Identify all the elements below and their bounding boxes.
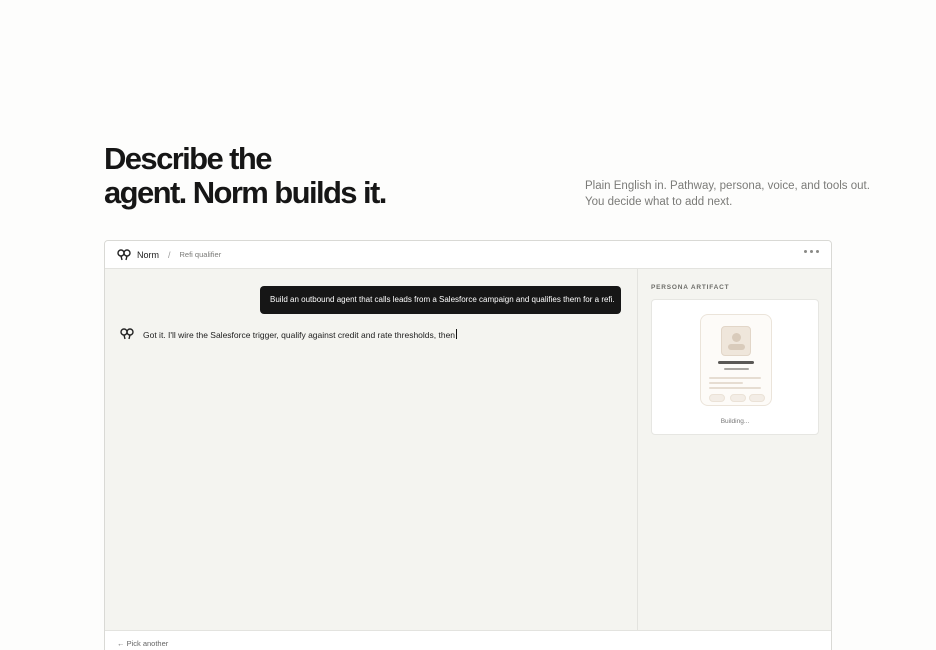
app-name: Norm: [137, 249, 159, 260]
chat-area: Build an outbound agent that calls leads…: [105, 269, 637, 630]
breadcrumb[interactable]: Refi qualifier: [180, 250, 222, 259]
agent-message: Got it. I'll wire the Salesforce trigger…: [143, 328, 458, 340]
name-placeholder: [718, 361, 754, 364]
build-status: Building...: [720, 418, 750, 425]
more-horizontal-icon[interactable]: [804, 250, 819, 253]
window-header: Norm / Refi qualifier: [105, 241, 831, 269]
detail-placeholder: [709, 377, 761, 379]
user-message: Build an outbound agent that calls leads…: [260, 286, 621, 314]
persona-preview: [700, 314, 772, 406]
tag-placeholder: [709, 394, 725, 402]
breadcrumb-separator: /: [168, 249, 171, 260]
persona-card: Building...: [651, 299, 819, 435]
tag-placeholder: [749, 394, 765, 402]
persona-panel: PERSONA ARTIFACT Building...: [637, 269, 831, 630]
app-window: Norm / Refi qualifier Build an outbound …: [104, 240, 832, 650]
detail-placeholder: [709, 387, 761, 389]
headline-line-2: agent. Norm builds it.: [104, 175, 387, 210]
subcopy-line-2: You decide what to add next.: [585, 196, 733, 208]
avatar-placeholder-icon: [721, 326, 751, 356]
hero-headline: Describe the agent. Norm builds it.: [104, 141, 387, 210]
norm-logo-icon: [117, 248, 131, 260]
window-footer: ← Pick another: [105, 630, 831, 650]
pick-another-link[interactable]: ← Pick another: [117, 639, 168, 648]
agent-message-row: Got it. I'll wire the Salesforce trigger…: [120, 328, 458, 340]
role-placeholder: [724, 368, 749, 370]
detail-placeholder: [709, 382, 743, 384]
headline-line-1: Describe the: [104, 141, 272, 176]
subcopy-line-1: Plain English in. Pathway, persona, voic…: [585, 180, 870, 192]
norm-avatar-icon: [120, 328, 134, 340]
typing-caret: [456, 328, 458, 339]
tag-placeholder: [730, 394, 746, 402]
panel-label: PERSONA ARTIFACT: [651, 284, 730, 291]
hero-subcopy: Plain English in. Pathway, persona, voic…: [585, 178, 870, 210]
